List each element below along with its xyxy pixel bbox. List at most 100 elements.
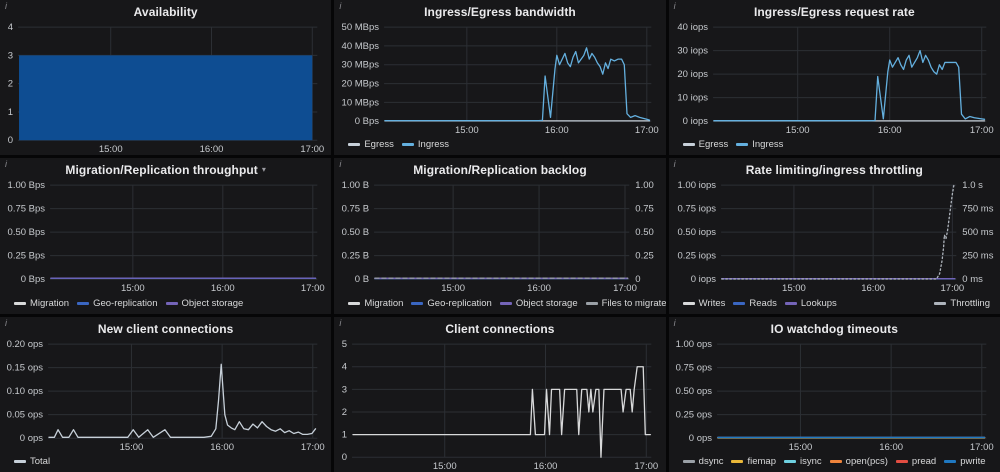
series-line-ingress bbox=[384, 47, 651, 122]
legend-item-egress[interactable]: Egress bbox=[348, 139, 394, 150]
info-icon[interactable]: i bbox=[5, 159, 7, 169]
y-axis-tick-label: 1.00 ops bbox=[675, 339, 712, 350]
y-axis-tick-label: 40 iops bbox=[677, 22, 708, 33]
y-axis-tick-label: 3 bbox=[342, 384, 347, 395]
x-axis-tick-label: 17:00 bbox=[301, 284, 325, 295]
legend-item-ingress[interactable]: Ingress bbox=[401, 139, 449, 150]
migration-backlog-chart: 0 B0.25 B0.50 B0.75 B1.00 B00.250.500.75… bbox=[342, 180, 655, 294]
legend-color-dash bbox=[895, 459, 908, 463]
y-axis-tick-label: 3 bbox=[8, 50, 13, 61]
legend-color-dash bbox=[14, 459, 26, 463]
legend-item-fiemap[interactable]: fiemap bbox=[731, 456, 776, 467]
y-axis-tick-label: 30 MBps bbox=[342, 60, 380, 71]
legend-left: dsync fiemap isync open(pcs) pread pwrite bbox=[682, 455, 986, 467]
y-axis-tick-label: 0 B bbox=[355, 275, 369, 286]
x-axis-tick-label: 17:00 bbox=[635, 461, 659, 472]
panel-title-client-connections[interactable]: Client connections bbox=[445, 322, 554, 336]
info-icon[interactable]: i bbox=[339, 1, 341, 11]
legend-item-total[interactable]: Total bbox=[14, 456, 50, 467]
panel-header: Migration/Replication backlog bbox=[334, 158, 665, 178]
chevron-down-icon[interactable]: ▾ bbox=[262, 165, 266, 174]
panel-client-connections: i Client connections 0 1 2 3 4 5 15:00 16:00 17:… bbox=[334, 316, 666, 472]
legend-label: Throttling bbox=[950, 297, 990, 309]
y-axis-right-tick-label: 0 ms bbox=[962, 275, 983, 286]
x-axis-tick-label: 15:00 bbox=[120, 442, 144, 453]
legend-color-dash bbox=[731, 459, 744, 463]
info-icon[interactable]: i bbox=[674, 159, 676, 169]
x-axis-tick-label: 16:00 bbox=[861, 284, 885, 295]
x-axis-tick-label: 16:00 bbox=[534, 461, 558, 472]
info-icon[interactable]: i bbox=[339, 159, 341, 169]
legend-label: Migration bbox=[30, 297, 70, 309]
legend-item-geo-replication[interactable]: Geo-replication bbox=[411, 298, 492, 309]
legend-color-dash bbox=[682, 143, 695, 147]
info-icon[interactable]: i bbox=[5, 1, 7, 11]
x-axis-tick-label: 17:00 bbox=[970, 442, 994, 453]
legend-item-writes[interactable]: Writes bbox=[682, 297, 726, 309]
legend-label: fiemap bbox=[747, 455, 776, 467]
legend-item-reads[interactable]: Reads bbox=[733, 298, 777, 309]
x-axis-tick-label: 15:00 bbox=[121, 284, 145, 295]
legend-item-geo-replication[interactable]: Geo-replication bbox=[77, 298, 158, 309]
panel-title-io-watchdog[interactable]: IO watchdog timeouts bbox=[771, 322, 898, 336]
legend-item-isync[interactable]: isync bbox=[784, 456, 822, 467]
y-axis-tick-label: 0.05 ops bbox=[7, 409, 44, 420]
legend-item-throttling[interactable]: Throttling bbox=[934, 298, 990, 309]
x-axis-tick-label: 17:00 bbox=[301, 442, 325, 453]
info-icon[interactable]: i bbox=[674, 1, 676, 11]
legend-label: Migration bbox=[364, 297, 404, 309]
y-axis-tick-label: 0.25 Bps bbox=[8, 251, 46, 262]
y-axis-right-tick-label: 0.25 bbox=[636, 251, 655, 262]
legend-item-egress[interactable]: Egress bbox=[682, 139, 728, 150]
panel-io-watchdog-timeouts: i IO watchdog timeouts 0 ops 0.25 ops 0.50… bbox=[668, 316, 1000, 472]
legend-item-migration[interactable]: Migration bbox=[14, 298, 69, 309]
y-axis-tick-label: 0 bbox=[8, 135, 13, 146]
info-icon[interactable]: i bbox=[5, 318, 7, 328]
y-axis-tick-label: 0 ops bbox=[20, 433, 43, 444]
y-axis-tick-label: 0 bbox=[342, 452, 347, 463]
panel-header: Rate limiting/ingress throttling bbox=[669, 158, 1000, 178]
legend-item-ingress[interactable]: Ingress bbox=[736, 139, 783, 150]
legend-label: pwrite bbox=[960, 455, 986, 467]
legend-item-pwrite[interactable]: pwrite bbox=[944, 455, 986, 467]
new-client-connections-chart: 0 ops 0.05 ops 0.10 ops 0.15 ops 0.20 ops 15:… bbox=[7, 339, 325, 453]
x-axis-tick-label: 15:00 bbox=[455, 125, 479, 136]
legend-color-dash bbox=[784, 459, 796, 463]
panel-title-migration-backlog[interactable]: Migration/Replication backlog bbox=[413, 163, 587, 177]
panel-title-migration-throughput[interactable]: Migration/Replication throughput bbox=[65, 163, 258, 177]
panel-title-bandwidth[interactable]: Ingress/Egress bandwidth bbox=[424, 5, 576, 19]
panel-title-availability[interactable]: Availability bbox=[134, 5, 198, 19]
y-axis-right-tick-label: 0.75 bbox=[636, 204, 655, 215]
y-axis-tick-label: 1.00 Bps bbox=[8, 180, 46, 191]
legend-item-pread[interactable]: pread bbox=[895, 456, 936, 467]
y-axis-right-tick-label: 0.50 bbox=[636, 227, 655, 238]
legend: Total bbox=[0, 453, 331, 472]
legend-label: Ingress bbox=[752, 139, 784, 151]
legend-color-dash bbox=[14, 301, 26, 305]
panel-migration-replication-backlog: i Migration/Replication backlog 0 B 0.25 … bbox=[334, 158, 666, 314]
panel-title-rate-limiting[interactable]: Rate limiting/ingress throttling bbox=[746, 163, 923, 177]
series-line-total bbox=[48, 363, 317, 438]
legend-color-dash bbox=[784, 301, 797, 305]
legend-item-open-pcs[interactable]: open(pcs) bbox=[829, 456, 888, 467]
info-icon[interactable]: i bbox=[674, 318, 676, 328]
legend-item-lookups[interactable]: Lookups bbox=[784, 298, 837, 309]
legend-label: Writes bbox=[698, 297, 726, 309]
panel-title-request-rate[interactable]: Ingress/Egress request rate bbox=[754, 5, 915, 19]
x-axis-tick-label: 17:00 bbox=[300, 144, 324, 155]
legend-item-object-storage[interactable]: Object storage bbox=[165, 298, 243, 309]
legend-item-dsync[interactable]: dsync bbox=[682, 456, 723, 467]
legend-color-dash bbox=[348, 143, 361, 147]
panel-header: New client connections bbox=[0, 317, 331, 337]
panel-title-new-client-connections[interactable]: New client connections bbox=[98, 322, 234, 336]
migration-throughput-chart: 0 Bps 0.25 Bps 0.50 Bps 0.75 Bps 1.00 Bps 15:… bbox=[8, 180, 325, 295]
legend-item-migration[interactable]: Migration bbox=[348, 298, 403, 309]
legend-item-files-to-migrate[interactable]: Files to migrate bbox=[585, 298, 666, 309]
x-axis-tick-label: 15:00 bbox=[433, 461, 457, 472]
x-axis-tick-label: 17:00 bbox=[969, 125, 993, 136]
y-axis-tick-label: 0 iops bbox=[682, 116, 708, 127]
info-icon[interactable]: i bbox=[339, 318, 341, 328]
x-axis-tick-label: 17:00 bbox=[635, 125, 659, 136]
legend-item-object-storage[interactable]: Object storage bbox=[499, 298, 578, 309]
y-axis-tick-label: 0.75 iops bbox=[677, 204, 716, 215]
